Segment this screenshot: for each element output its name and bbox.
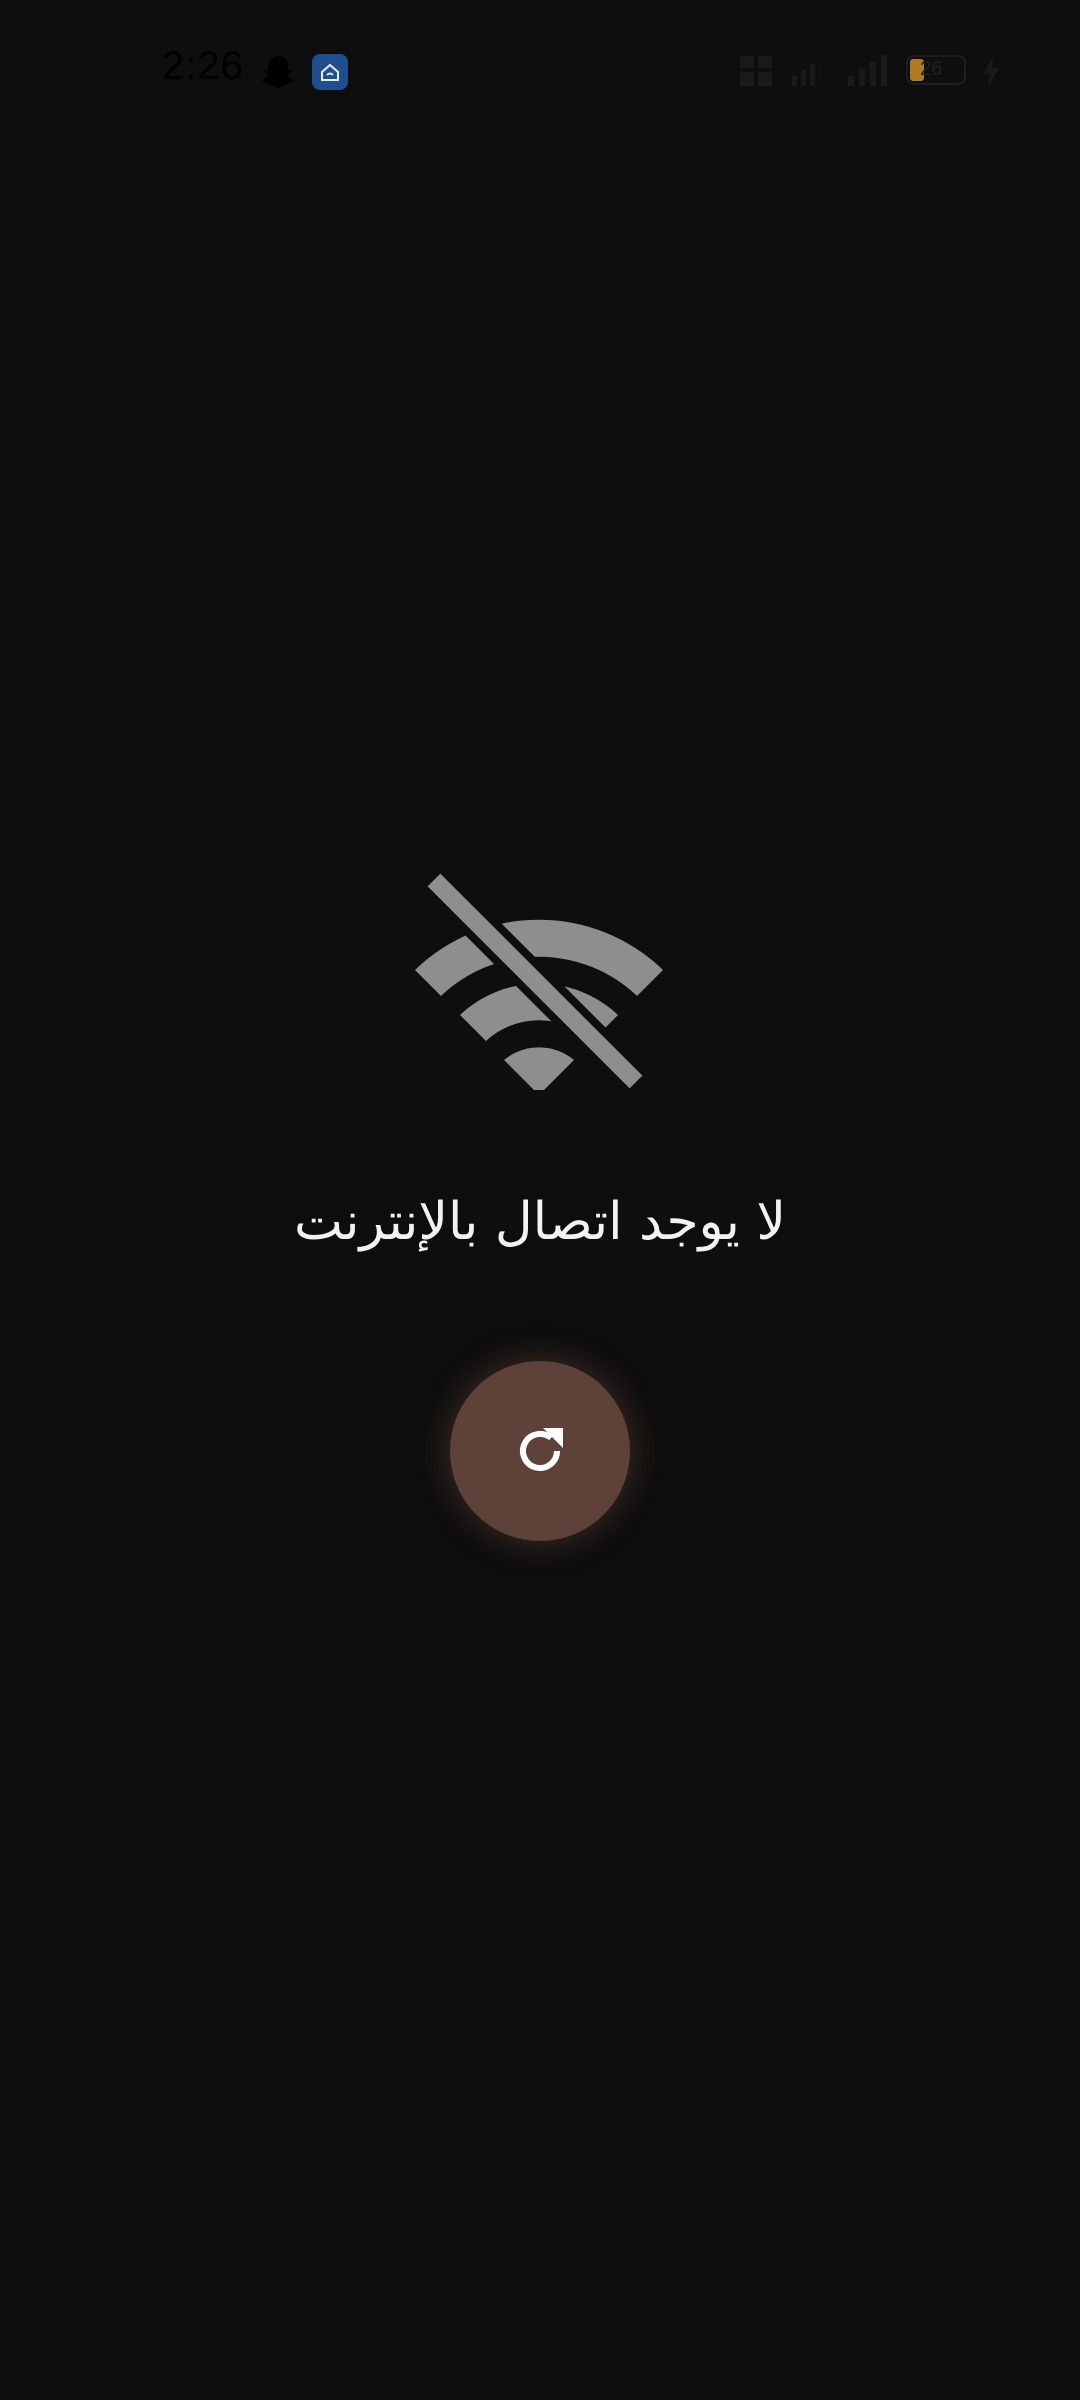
battery-icon: 26 <box>906 55 968 87</box>
battery-level: 26 <box>920 58 943 80</box>
charging-bolt-icon <box>983 57 999 87</box>
signal-icon <box>792 58 822 86</box>
retry-button[interactable] <box>450 1361 630 1541</box>
volte-icon <box>740 56 772 86</box>
no-internet-message: لا يوجد اتصال بالإنترنت <box>293 1192 787 1252</box>
status-time: 2:26 <box>162 44 244 88</box>
refresh-icon <box>520 1428 563 1471</box>
no-internet-screen: 2:26 26 لا يوجد اتصال بالإنترنت <box>0 0 1080 2400</box>
snapchat-icon <box>262 56 294 88</box>
home-app-icon <box>312 54 348 90</box>
wifi-off-icon <box>415 870 663 1090</box>
signal-icon <box>848 55 887 86</box>
status-bar: 2:26 26 <box>0 0 1080 140</box>
